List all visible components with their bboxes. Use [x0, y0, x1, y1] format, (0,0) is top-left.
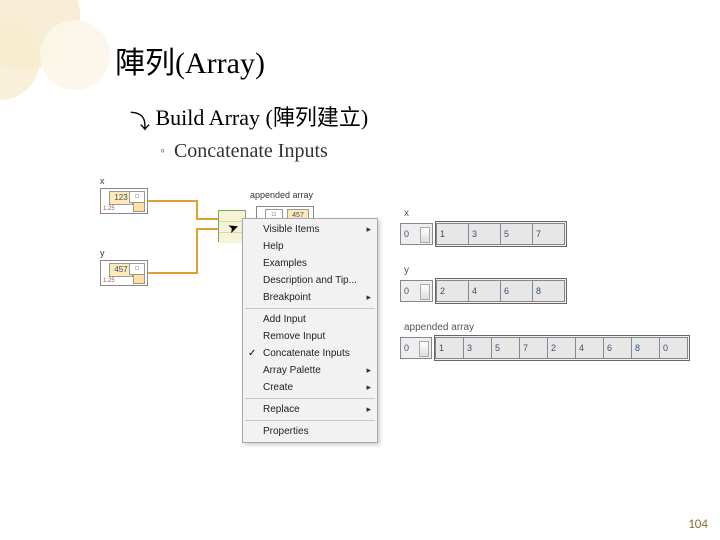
- decorative-circle-small: [40, 20, 110, 90]
- array-appended-index[interactable]: 0: [400, 337, 432, 359]
- x-sub: 1.25: [103, 206, 115, 212]
- bullet-text: Build Array (陣列建立): [156, 105, 369, 130]
- out-label: appended array: [250, 190, 313, 200]
- menu-breakpoint[interactable]: Breakpoint: [243, 289, 377, 306]
- x-constant: 123 □ 1.25: [100, 188, 148, 214]
- wire: [196, 218, 220, 220]
- array-appended-cell[interactable]: 5: [491, 337, 520, 359]
- x-ctl-icon: [133, 202, 145, 212]
- y-ctl-icon: [133, 274, 145, 284]
- array-appended: 0 1 3 5 7 2 4 6 8 0: [400, 335, 690, 361]
- array-x-cell[interactable]: 3: [468, 223, 501, 245]
- array-y-cell[interactable]: 6: [500, 280, 533, 302]
- array-appended-cell[interactable]: 3: [463, 337, 492, 359]
- array-appended-cell[interactable]: 6: [603, 337, 632, 359]
- array-appended-label: appended array: [404, 322, 690, 333]
- menu-remove-input[interactable]: Remove Input: [243, 328, 377, 345]
- y-sub: 1.25: [103, 278, 115, 284]
- array-x-cell[interactable]: 5: [500, 223, 533, 245]
- sub-bullet: ◦ Concatenate Inputs: [160, 140, 328, 163]
- array-appended-cell[interactable]: 1: [435, 337, 464, 359]
- slide-title: 陣列(Array): [115, 38, 265, 82]
- array-y-label: y: [404, 265, 690, 276]
- menu-array-palette[interactable]: Array Palette: [243, 362, 377, 379]
- array-x-index[interactable]: 0: [400, 223, 433, 245]
- array-y-cell[interactable]: 8: [532, 280, 565, 302]
- sub-bullet-icon: ◦: [160, 144, 165, 160]
- array-y-index[interactable]: 0: [400, 280, 433, 302]
- y-label: y: [100, 248, 105, 258]
- menu-separator: [245, 308, 375, 309]
- menu-replace[interactable]: Replace: [243, 401, 377, 418]
- array-y-cell[interactable]: 2: [436, 280, 469, 302]
- array-y-cell[interactable]: 4: [468, 280, 501, 302]
- array-appended-cell[interactable]: 8: [631, 337, 660, 359]
- wire: [196, 228, 220, 230]
- array-appended-cell[interactable]: 4: [575, 337, 604, 359]
- wire: [196, 228, 198, 274]
- menu-create[interactable]: Create: [243, 379, 377, 396]
- wire: [196, 200, 198, 218]
- array-x-label: x: [404, 208, 690, 219]
- menu-examples[interactable]: Examples: [243, 255, 377, 272]
- menu-concatenate-inputs[interactable]: Concatenate Inputs: [243, 345, 377, 362]
- menu-separator: [245, 420, 375, 421]
- bullet-build-array: ⤵ Build Array (陣列建立): [130, 100, 368, 134]
- menu-visible-items[interactable]: Visible Items: [243, 221, 377, 238]
- array-y: 0 2 4 6 8: [400, 278, 690, 304]
- array-x-cell[interactable]: 7: [532, 223, 565, 245]
- wire: [148, 272, 198, 274]
- array-appended-cell[interactable]: 2: [547, 337, 576, 359]
- menu-properties[interactable]: Properties: [243, 423, 377, 440]
- menu-help[interactable]: Help: [243, 238, 377, 255]
- menu-add-input[interactable]: Add Input: [243, 311, 377, 328]
- front-panel-arrays: x 0 1 3 5 7 y 0 2 4 6 8 appended array 0…: [400, 208, 690, 379]
- array-appended-cell[interactable]: 0: [659, 337, 688, 359]
- array-appended-cell[interactable]: 7: [519, 337, 548, 359]
- page-number: 104: [688, 517, 708, 532]
- menu-description[interactable]: Description and Tip...: [243, 272, 377, 289]
- bullet-icon: ⤵: [130, 111, 150, 133]
- sub-bullet-text: Concatenate Inputs: [174, 140, 328, 162]
- menu-separator: [245, 398, 375, 399]
- wire: [148, 200, 198, 202]
- context-menu: Visible Items Help Examples Description …: [242, 218, 378, 443]
- array-x: 0 1 3 5 7: [400, 221, 690, 247]
- y-constant: 457 □ 1.25: [100, 260, 148, 286]
- array-x-cell[interactable]: 1: [436, 223, 469, 245]
- x-label: x: [100, 176, 105, 186]
